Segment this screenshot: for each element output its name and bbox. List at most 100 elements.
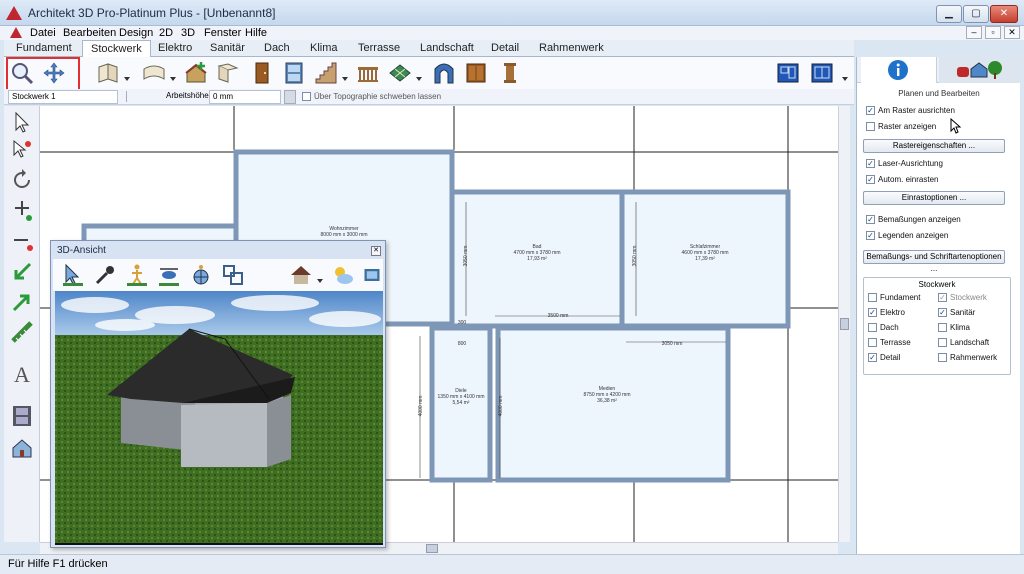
snap-options-button[interactable]: Einrastoptionen ...	[863, 191, 1005, 205]
laser-align-checkbox[interactable]: ✓	[866, 159, 875, 168]
move-down-icon[interactable]	[10, 260, 34, 284]
3d-select-icon[interactable]	[61, 263, 85, 287]
floor-rahmenwerk-checkbox[interactable]	[938, 353, 947, 362]
dimension-font-options-button[interactable]: Bemaßungs- und Schriftartenoptionen ...	[863, 250, 1005, 273]
vertical-scrollbar[interactable]	[838, 106, 850, 542]
camera-icon[interactable]	[363, 263, 381, 287]
room-icon[interactable]	[216, 61, 240, 85]
multi-select-icon[interactable]	[10, 138, 34, 162]
tab-rahmenwerk[interactable]: Rahmenwerk	[539, 40, 604, 57]
maximize-button[interactable]: ▢	[963, 5, 989, 23]
menu-3d[interactable]: 3D	[181, 26, 195, 40]
plan-view-2-icon[interactable]	[810, 61, 834, 85]
tab-elektro[interactable]: Elektro	[158, 40, 192, 57]
menu-datei[interactable]: Datei	[30, 26, 56, 40]
floor-fundament-checkbox[interactable]	[868, 293, 877, 302]
grid-properties-button[interactable]: Rastereigenschaften ...	[863, 139, 1005, 153]
horizontal-scroll-thumb[interactable]	[426, 544, 438, 553]
house-view-icon[interactable]	[289, 263, 313, 287]
show-dimensions-checkbox[interactable]: ✓	[866, 215, 875, 224]
3d-render[interactable]	[55, 291, 383, 545]
floor-elektro-checkbox[interactable]: ✓	[868, 308, 877, 317]
mdi-minimize-button[interactable]: ‒	[966, 26, 982, 39]
house-view-dropdown-icon[interactable]	[317, 279, 323, 283]
topo-checkbox[interactable]	[302, 92, 311, 101]
dimension-label: 800	[458, 341, 467, 347]
tab-dach[interactable]: Dach	[264, 40, 290, 57]
right-panel-tabs	[857, 57, 1021, 83]
menu-2d[interactable]: 2D	[159, 26, 173, 40]
orbit-icon[interactable]	[189, 263, 213, 287]
select-arrow-icon[interactable]	[10, 110, 34, 134]
curved-wall-dropdown-icon[interactable]	[170, 77, 176, 81]
plan-view-dropdown-icon[interactable]	[842, 77, 848, 81]
railing-icon[interactable]	[356, 61, 380, 85]
3d-view-window[interactable]: 3D-Ansicht ✕	[50, 240, 386, 548]
menu-bearbeiten[interactable]: Bearbeiten	[63, 26, 116, 40]
menu-fenster[interactable]: Fenster	[204, 26, 241, 40]
floor-stockwerk-checkbox: ✓	[938, 293, 947, 302]
3d-view-close-button[interactable]: ✕	[371, 246, 381, 256]
remove-point-icon[interactable]	[10, 230, 34, 254]
tab-landschaft[interactable]: Landschaft	[420, 40, 474, 57]
floor-sanitaer-checkbox[interactable]: ✓	[938, 308, 947, 317]
text-icon[interactable]: A	[10, 362, 34, 386]
floorplan-3d-icon[interactable]	[221, 263, 245, 287]
tab-library[interactable]	[939, 57, 1021, 83]
window-icon[interactable]	[282, 61, 306, 85]
house-plus-icon[interactable]	[184, 61, 208, 85]
stairs-icon[interactable]	[314, 61, 338, 85]
tab-stockwerk[interactable]: Stockwerk	[82, 40, 151, 57]
align-grid-checkbox[interactable]: ✓	[866, 106, 875, 115]
height-dropdown-icon[interactable]	[284, 90, 296, 104]
floor-dach-checkbox[interactable]	[868, 323, 877, 332]
curved-wall-icon[interactable]	[142, 61, 166, 85]
house-3d-icon[interactable]	[10, 436, 34, 460]
floor-select[interactable]: Stockwerk 1	[8, 90, 118, 104]
cabinet-icon[interactable]	[464, 61, 488, 85]
door-icon[interactable]	[250, 61, 274, 85]
walk-icon[interactable]	[125, 263, 149, 287]
room-dims-wohnzimmer: 8000 mm x 3000 mm	[321, 232, 368, 238]
stairs-dropdown-icon[interactable]	[342, 77, 348, 81]
wall-dropdown-icon[interactable]	[124, 77, 130, 81]
mdi-close-button[interactable]: ✕	[1004, 26, 1020, 39]
floor-detail-checkbox[interactable]: ✓	[868, 353, 877, 362]
tab-sanitaer[interactable]: Sanitär	[210, 40, 245, 57]
eyedropper-icon[interactable]	[93, 263, 117, 287]
3d-scene[interactable]	[55, 291, 383, 545]
vertical-scroll-thumb[interactable]	[840, 318, 849, 330]
minimize-button[interactable]: ▁	[936, 5, 962, 23]
show-grid-checkbox[interactable]	[866, 122, 875, 131]
tab-fundament[interactable]: Fundament	[16, 40, 72, 57]
mdi-restore-button[interactable]: ▫	[985, 26, 1001, 39]
measure-icon[interactable]	[10, 320, 34, 344]
column-icon[interactable]	[498, 61, 522, 85]
tab-terrasse[interactable]: Terrasse	[358, 40, 400, 57]
add-point-icon[interactable]	[10, 198, 34, 222]
height-input[interactable]: 0 mm	[209, 90, 281, 104]
floor-landschaft-checkbox[interactable]	[938, 338, 947, 347]
auto-snap-checkbox[interactable]: ✓	[866, 175, 875, 184]
floor-tile-icon[interactable]	[388, 61, 412, 85]
film-icon[interactable]	[10, 404, 34, 428]
tab-klima[interactable]: Klima	[310, 40, 338, 57]
wall-icon[interactable]	[96, 61, 120, 85]
show-legends-label: Legenden anzeigen	[878, 231, 949, 240]
weather-icon[interactable]	[331, 263, 355, 287]
tab-info[interactable]	[861, 57, 937, 83]
dimension-label: 4000 mm	[498, 396, 504, 417]
plan-view-icon[interactable]	[776, 61, 800, 85]
floor-klima-checkbox[interactable]	[938, 323, 947, 332]
show-legends-checkbox[interactable]: ✓	[866, 231, 875, 240]
menu-design[interactable]: Design	[119, 26, 153, 40]
close-button[interactable]: ✕	[990, 5, 1018, 23]
helicopter-icon[interactable]	[157, 263, 181, 287]
rotate-icon[interactable]	[10, 168, 34, 192]
floor-terrasse-checkbox[interactable]	[868, 338, 877, 347]
move-up-icon[interactable]	[10, 290, 34, 314]
floor-tile-dropdown-icon[interactable]	[416, 77, 422, 81]
arch-icon[interactable]	[432, 61, 456, 85]
menu-hilfe[interactable]: Hilfe	[245, 26, 267, 40]
tab-detail[interactable]: Detail	[491, 40, 519, 57]
